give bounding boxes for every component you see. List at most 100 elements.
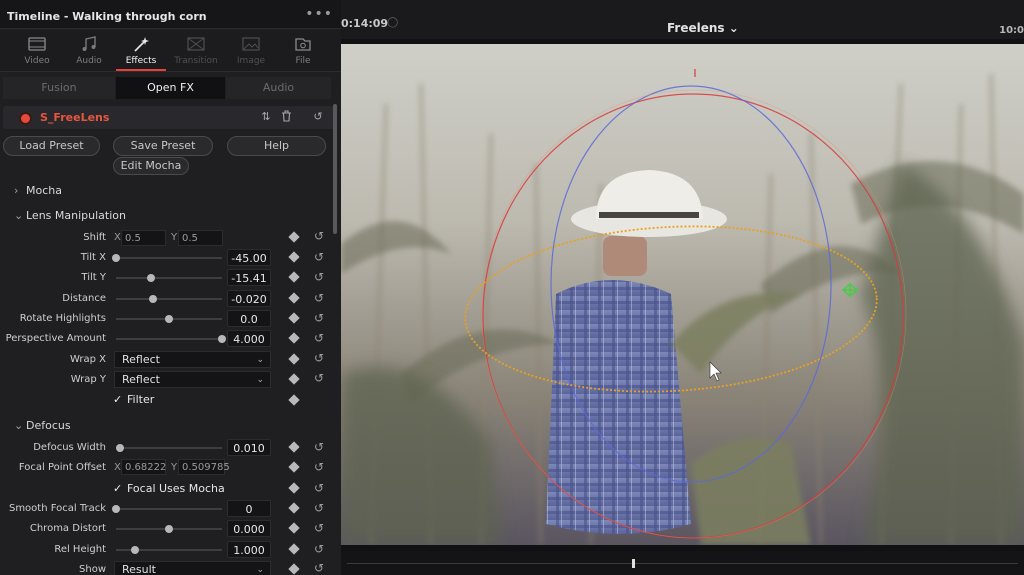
slider-knob[interactable] — [131, 545, 139, 554]
param-slider[interactable] — [116, 294, 222, 303]
keyframe-diamond-icon[interactable] — [288, 332, 300, 344]
keyframe-diamond-icon[interactable] — [288, 251, 300, 263]
reset-param-icon[interactable]: ↺ — [312, 229, 326, 243]
shift-x-input[interactable]: 0.5 — [121, 230, 166, 246]
param-slider[interactable] — [116, 525, 222, 534]
scrubber-bar[interactable] — [341, 551, 1024, 575]
slider-knob[interactable] — [218, 335, 226, 344]
slider-knob[interactable] — [149, 294, 157, 303]
param-value[interactable]: 0.0 — [227, 309, 271, 327]
keyframe-diamond-icon[interactable] — [288, 522, 300, 534]
reset-param-icon[interactable]: ↺ — [312, 481, 326, 495]
keyframe-diamond-icon[interactable] — [288, 373, 300, 385]
param-value[interactable]: 0.000 — [227, 520, 271, 538]
reset-param-icon[interactable]: ↺ — [312, 521, 326, 535]
defocus-width-value[interactable]: 0.010 — [227, 439, 271, 456]
chevron-down-icon: ⌄ — [256, 375, 264, 385]
image-icon — [242, 37, 260, 51]
reset-param-icon[interactable]: ↺ — [312, 331, 326, 345]
slider-knob[interactable] — [165, 314, 173, 323]
section-defocus[interactable]: ⌄ Defocus — [14, 419, 71, 432]
tab-transition[interactable]: Transition — [171, 30, 221, 72]
tab-video[interactable]: Video — [12, 30, 62, 72]
tab-effects[interactable]: Effects — [116, 30, 166, 72]
panel-scrollbar[interactable] — [333, 104, 337, 234]
defocus-width-slider[interactable] — [116, 444, 222, 452]
more-options-icon[interactable]: ••• — [305, 6, 333, 22]
keyframe-diamond-icon[interactable] — [288, 542, 300, 555]
reset-param-icon[interactable]: ↺ — [312, 250, 326, 264]
x-label: X — [114, 232, 121, 243]
effect-enable-toggle[interactable] — [21, 114, 30, 123]
param-slider[interactable] — [116, 274, 222, 283]
load-preset-button[interactable]: Load Preset — [3, 136, 100, 156]
reset-param-icon[interactable]: ↺ — [312, 440, 326, 454]
param-slider[interactable] — [112, 254, 222, 262]
keyframe-diamond-icon[interactable] — [288, 312, 300, 324]
reset-param-icon[interactable]: ↺ — [312, 311, 326, 325]
keyframe-diamond-icon[interactable] — [288, 353, 300, 365]
filter-checkbox[interactable]: ✓ Filter — [113, 393, 154, 406]
reset-effect-icon[interactable]: ↺ — [312, 110, 324, 124]
shift-y-input[interactable]: 0.5 — [178, 230, 223, 246]
y-label: Y — [171, 462, 178, 473]
slider-knob[interactable] — [112, 254, 120, 262]
slider-knob[interactable] — [112, 505, 120, 513]
trash-icon[interactable] — [280, 110, 292, 124]
section-mocha[interactable]: › Mocha — [14, 184, 62, 197]
reset-param-icon[interactable]: ↺ — [312, 291, 326, 305]
keyframe-diamond-icon[interactable] — [288, 461, 300, 473]
tab-file[interactable]: File — [278, 30, 328, 72]
reset-param-icon[interactable]: ↺ — [312, 561, 326, 575]
help-button[interactable]: Help — [227, 136, 326, 156]
keyframe-diamond-icon[interactable] — [288, 502, 300, 514]
reorder-arrows-icon[interactable]: ⇅ — [260, 110, 272, 124]
edit-mocha-button[interactable]: Edit Mocha — [113, 157, 189, 175]
section-lens-manipulation[interactable]: ⌄ Lens Manipulation — [14, 209, 126, 222]
param-slider[interactable] — [116, 314, 222, 323]
reset-param-icon[interactable]: ↺ — [312, 460, 326, 474]
effect-header[interactable]: S_FreeLens ⇅ ↺ — [3, 106, 335, 129]
param-value[interactable]: -15.41 — [227, 269, 271, 287]
slider-knob[interactable] — [165, 525, 173, 534]
param-value[interactable]: 1.000 — [227, 540, 271, 558]
video-frame[interactable] — [341, 44, 1024, 545]
param-slider[interactable] — [116, 545, 222, 554]
tab-image[interactable]: Image — [226, 30, 276, 72]
wrap-x-dropdown[interactable]: Reflect ⌄ — [114, 351, 271, 368]
param-value[interactable]: 0 — [227, 500, 271, 517]
focal-uses-mocha-checkbox[interactable]: ✓ Focal Uses Mocha — [113, 482, 225, 495]
keyframe-diamond-icon[interactable] — [288, 291, 300, 304]
reset-param-icon[interactable]: ↺ — [312, 371, 326, 385]
keyframe-diamond-icon[interactable] — [288, 231, 300, 243]
keyframe-diamond-icon[interactable] — [288, 563, 300, 575]
subtab-open-fx[interactable]: Open FX — [116, 77, 225, 99]
slider-knob[interactable] — [147, 274, 155, 283]
show-dropdown[interactable]: Result ⌄ — [114, 561, 271, 575]
param-slider[interactable] — [116, 335, 226, 344]
keyframe-diamond-icon[interactable] — [288, 394, 300, 406]
param-slider[interactable] — [112, 505, 222, 513]
reset-param-icon[interactable]: ↺ — [312, 542, 326, 556]
reset-param-icon[interactable]: ↺ — [312, 351, 326, 365]
reset-param-icon[interactable]: ↺ — [312, 501, 326, 515]
clip-name-dropdown[interactable]: Freelens ⌄ — [667, 21, 739, 35]
focal-offset-y-input[interactable]: 0.509785 — [178, 459, 230, 475]
keyframe-diamond-icon[interactable] — [288, 271, 300, 283]
playhead[interactable] — [632, 559, 635, 568]
param-value[interactable]: -0.020 — [227, 289, 271, 307]
tab-audio[interactable]: Audio — [64, 30, 114, 72]
param-value[interactable]: -45.00 — [227, 249, 271, 266]
param-value[interactable]: 4.000 — [227, 330, 271, 348]
section-mocha-label: Mocha — [26, 184, 62, 197]
wrap-y-dropdown[interactable]: Reflect ⌄ — [114, 371, 271, 388]
save-preset-button[interactable]: Save Preset — [113, 136, 213, 156]
keyframe-diamond-icon[interactable] — [288, 441, 300, 453]
keyframe-diamond-icon[interactable] — [288, 482, 300, 494]
subtab-audio[interactable]: Audio — [226, 77, 331, 99]
slider-knob[interactable] — [116, 444, 124, 452]
subtab-fusion[interactable]: Fusion — [3, 77, 115, 99]
reset-param-icon[interactable]: ↺ — [312, 270, 326, 284]
focal-offset-x-input[interactable]: 0.68222 — [121, 459, 166, 475]
scrubber-track[interactable] — [347, 563, 1018, 564]
